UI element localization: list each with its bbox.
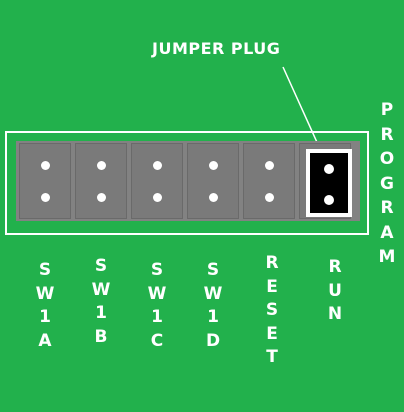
pin-top bbox=[264, 161, 274, 170]
label-letter: 1 bbox=[151, 307, 163, 327]
pin-bottom bbox=[96, 193, 106, 202]
jumper-plug-body bbox=[310, 153, 348, 213]
label-letter: R bbox=[380, 198, 394, 218]
label-letter: R bbox=[328, 257, 342, 277]
pin-pair-reset bbox=[243, 143, 295, 219]
label-letter: U bbox=[328, 280, 342, 301]
label-letter: R bbox=[265, 253, 279, 273]
pin-pair-sw1a bbox=[19, 143, 71, 219]
pin-bottom bbox=[208, 193, 218, 202]
label-letter: M bbox=[378, 247, 396, 267]
label-letter: S bbox=[206, 260, 220, 280]
circuit-board: JUMPER PLUG SW1A SW1B SW1C SW1D RESET RU… bbox=[0, 0, 404, 412]
pin-pair-sw1d bbox=[187, 143, 239, 219]
pin-bottom bbox=[264, 193, 274, 202]
label-letter: E bbox=[266, 276, 278, 297]
label-letter: N bbox=[327, 304, 343, 324]
label-sw1d: SW 1 D bbox=[198, 259, 228, 353]
label-letter: B bbox=[94, 326, 108, 347]
label-letter: 1 bbox=[39, 307, 51, 327]
label-sw1a: SW 1 A bbox=[30, 259, 60, 353]
label-letter: S bbox=[150, 260, 164, 280]
label-letter: S bbox=[94, 256, 108, 276]
pin-top bbox=[96, 161, 106, 170]
label-letter: T bbox=[266, 347, 278, 367]
pin-top bbox=[152, 161, 162, 170]
label-letter: S bbox=[265, 300, 279, 320]
label-program: PROGRAM bbox=[372, 98, 402, 270]
pin-pair-sw1b bbox=[75, 143, 127, 219]
pin-bottom bbox=[152, 193, 162, 202]
pin-top bbox=[208, 161, 218, 170]
pin-top bbox=[40, 161, 50, 170]
label-run: RUN bbox=[320, 256, 350, 327]
label-letter: W bbox=[203, 283, 223, 304]
label-letter: R bbox=[380, 124, 394, 145]
pin-top bbox=[324, 164, 334, 174]
label-reset: RESET bbox=[257, 252, 287, 370]
label-letter: 1 bbox=[207, 307, 219, 327]
label-letter: 1 bbox=[95, 303, 107, 323]
pin-bottom bbox=[40, 193, 50, 202]
label-sw1b: SW 1 B bbox=[86, 255, 116, 349]
label-letter: W bbox=[91, 279, 111, 300]
label-sw1c: SW 1 C bbox=[142, 259, 172, 353]
label-letter: A bbox=[380, 222, 394, 243]
label-letter: S bbox=[38, 260, 52, 280]
label-letter: W bbox=[35, 283, 55, 304]
label-letter: G bbox=[380, 173, 394, 194]
label-letter: P bbox=[380, 100, 394, 120]
label-letter: D bbox=[205, 330, 221, 351]
label-letter: E bbox=[266, 323, 278, 344]
label-letter: O bbox=[379, 149, 395, 169]
label-letter: W bbox=[147, 283, 167, 304]
label-letter: C bbox=[150, 330, 164, 351]
label-letter: A bbox=[38, 330, 52, 351]
pin-bottom bbox=[324, 195, 334, 205]
jumper-plug[interactable] bbox=[306, 149, 352, 217]
pin-pair-sw1c bbox=[131, 143, 183, 219]
